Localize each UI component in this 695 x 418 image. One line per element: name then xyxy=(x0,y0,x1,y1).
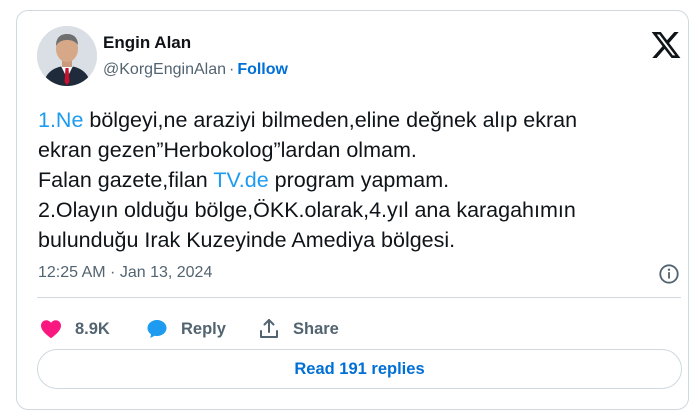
share-label: Share xyxy=(293,319,339,338)
tweet-line-4: 2.Olayın olduğu bölge,ÖKK.olarak,4.yıl a… xyxy=(38,198,576,222)
tweet-line-3-post: program yapmam. xyxy=(268,168,450,192)
heart-icon xyxy=(41,320,61,339)
author-name[interactable]: Engin Alan xyxy=(103,33,191,53)
tweet-timestamp[interactable]: 12:25 AM · Jan 13, 2024 xyxy=(38,264,212,282)
tweet-link-tvde[interactable]: TV.de xyxy=(213,168,268,192)
read-replies-button[interactable]: Read 191 replies xyxy=(37,349,682,389)
tweet-line-3: Falan gazete,filan TV.de program yapmam. xyxy=(38,165,678,195)
reply-label: Reply xyxy=(181,319,226,338)
divider xyxy=(37,297,681,298)
like-count: 8.9K xyxy=(75,319,110,338)
like-button[interactable]: 8.9K xyxy=(39,315,110,343)
tweet-line-2: ekran gezen”Herbokolog”lardan olmam. xyxy=(38,138,417,162)
separator-dot: · xyxy=(228,61,235,78)
reply-button[interactable]: Reply xyxy=(145,315,226,343)
tweet-link-1ne[interactable]: 1.Ne xyxy=(38,108,83,132)
tweet-line-1: 1.Ne bölgeyi,ne araziyi bilmeden,eline d… xyxy=(38,105,678,135)
tweet-line-3-pre: Falan gazete,filan xyxy=(38,168,214,192)
share-button[interactable]: Share xyxy=(257,315,339,343)
follow-link[interactable]: Follow xyxy=(237,61,288,78)
share-upload-icon xyxy=(260,319,278,338)
avatar-image xyxy=(37,26,97,86)
author-handle[interactable]: @KorgEnginAlan xyxy=(103,61,226,78)
tweet-line-1-text: bölgeyi,ne araziyi bilmeden,eline değnek… xyxy=(83,108,578,132)
x-logo-icon[interactable] xyxy=(650,29,682,61)
info-icon[interactable] xyxy=(658,263,680,285)
speech-bubble-icon xyxy=(147,320,167,338)
tweet-card: Engin Alan @KorgEnginAlan · Follow 1.Ne bö… xyxy=(16,10,689,410)
tweet-line-5: bulunduğu Irak Kuzeyinde Amediya bölgesi… xyxy=(38,228,456,252)
tweet-text: 1.Ne bölgeyi,ne araziyi bilmeden,eline d… xyxy=(38,105,678,255)
author-handle-line: @KorgEnginAlan · Follow xyxy=(103,61,288,79)
avatar[interactable] xyxy=(37,26,97,86)
